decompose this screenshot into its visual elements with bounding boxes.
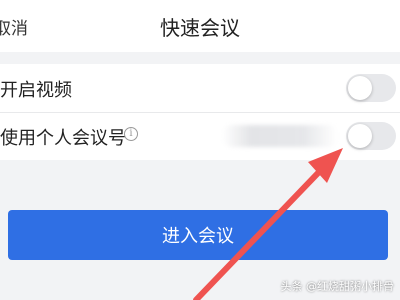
watermark: 头条 @红烧甜粥小排骨	[280, 280, 395, 293]
annotation-arrow	[193, 148, 343, 300]
